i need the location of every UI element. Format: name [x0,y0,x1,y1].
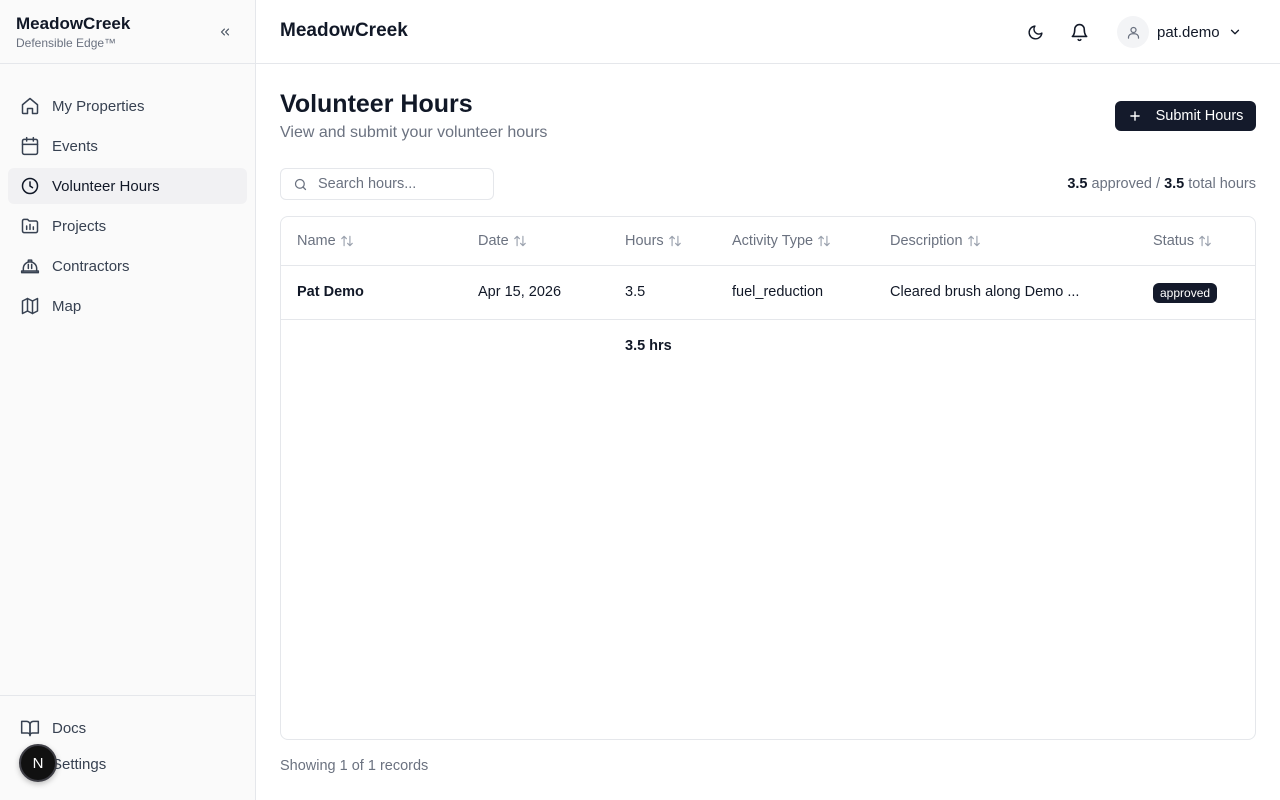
table-footer-row: 3.5 hrs [281,320,1255,374]
search-icon [294,178,307,190]
table-header: Name Date Hours Activity Type Descriptio… [281,217,1255,266]
sort-icon [967,235,980,247]
approved-label: approved / [1091,176,1161,192]
user-menu[interactable]: pat.demo [1117,16,1242,48]
username: pat.demo [1157,23,1220,41]
status-badge: approved [1153,283,1218,303]
sidebar-item-label: Map [52,297,82,315]
page-title: Volunteer Hours [280,90,473,118]
column-header-label: Hours [625,233,664,249]
fab-label: N [32,754,44,772]
sidebar: MeadowCreek Defensible Edge™ My Properti… [0,0,256,800]
sidebar-item-label: Docs [52,719,87,737]
column-header-label: Name [297,233,336,249]
column-header-date[interactable]: Date [478,233,527,249]
total-hours-footer: 3.5 hrs [625,338,672,354]
sidebar-item-label: Contractors [52,257,130,275]
main-content: Volunteer Hours View and submit your vol… [280,64,1256,800]
hours-totals: 3.5 approved / 3.5 total hours [1067,176,1256,192]
sort-icon [513,235,526,247]
book-icon [20,720,40,737]
avatar [1117,16,1149,48]
column-header-name[interactable]: Name [297,233,354,249]
table-row[interactable]: Pat Demo Apr 15, 2026 3.5 fuel_reduction… [281,266,1255,320]
bell-icon [1071,23,1087,41]
column-header-status[interactable]: Status [1153,233,1212,249]
sidebar-item-label: Settings [52,755,107,773]
topbar: MeadowCreek pat.demo [256,0,1280,64]
search-box [280,168,494,200]
user-icon [1127,26,1139,39]
sort-icon [818,235,830,247]
submit-hours-label: Submit Hours [1155,108,1244,124]
brand: MeadowCreek Defensible Edge™ [0,0,255,64]
sidebar-nav: My Properties Events Volunteer Hours Pro… [0,64,255,324]
sidebar-item-map[interactable]: Map [8,288,247,324]
clock-icon [21,177,39,195]
column-header-description[interactable]: Description [890,233,981,249]
moon-icon [1028,24,1043,39]
sidebar-item-label: Volunteer Hours [52,177,160,195]
records-count: Showing 1 of 1 records [280,758,429,774]
plus-icon [1129,111,1140,121]
cell-date: Apr 15, 2026 [478,284,562,300]
floating-action-button[interactable]: N [19,744,57,782]
sort-icon [668,235,681,247]
sidebar-item-projects[interactable]: Projects [8,208,247,244]
brand-name: MeadowCreek [16,14,131,33]
theme-toggle-button[interactable] [1023,20,1047,44]
sidebar-item-my-properties[interactable]: My Properties [8,88,247,124]
hard-hat-icon [20,259,40,274]
folder-chart-icon [21,218,39,234]
cell-description: Cleared brush along Demo ... [890,284,1080,300]
sidebar-item-label: Projects [52,217,107,235]
column-header-label: Description [890,233,963,249]
column-header-label: Activity Type [732,233,814,249]
topbar-title: MeadowCreek [280,20,408,41]
sidebar-item-docs[interactable]: Docs [8,712,247,744]
collapse-sidebar-button[interactable] [215,22,235,42]
calendar-icon [21,136,39,156]
brand-tagline: Defensible Edge™ [16,36,117,50]
search-input[interactable] [318,176,478,192]
sidebar-item-events[interactable]: Events [8,128,247,164]
sidebar-item-label: Events [52,137,98,155]
notifications-button[interactable] [1067,20,1091,44]
total-hours-value: 3.5 [1164,176,1185,192]
approved-hours-value: 3.5 [1067,176,1088,192]
column-header-label: Status [1153,233,1195,249]
cell-hours: 3.5 [625,284,646,300]
column-header-activity-type[interactable]: Activity Type [732,233,831,249]
map-icon [21,297,39,315]
cell-activity-type: fuel_reduction [732,284,824,300]
chevron-down-icon [1228,25,1242,39]
sort-icon [1199,235,1211,247]
sidebar-item-volunteer-hours[interactable]: Volunteer Hours [8,168,247,204]
home-icon [21,97,39,115]
column-header-hours[interactable]: Hours [625,233,682,249]
sidebar-item-label: My Properties [52,97,145,115]
page-subtitle: View and submit your volunteer hours [280,124,548,141]
submit-hours-button[interactable]: Submit Hours [1115,101,1256,131]
sort-icon [340,235,353,247]
total-hours-label: total hours [1188,176,1256,192]
column-header-label: Date [478,233,509,249]
cell-name: Pat Demo [297,284,364,300]
chevrons-left-icon [220,28,230,36]
hours-table: Name Date Hours Activity Type Descriptio… [280,216,1256,740]
sidebar-item-contractors[interactable]: Contractors [8,248,247,284]
